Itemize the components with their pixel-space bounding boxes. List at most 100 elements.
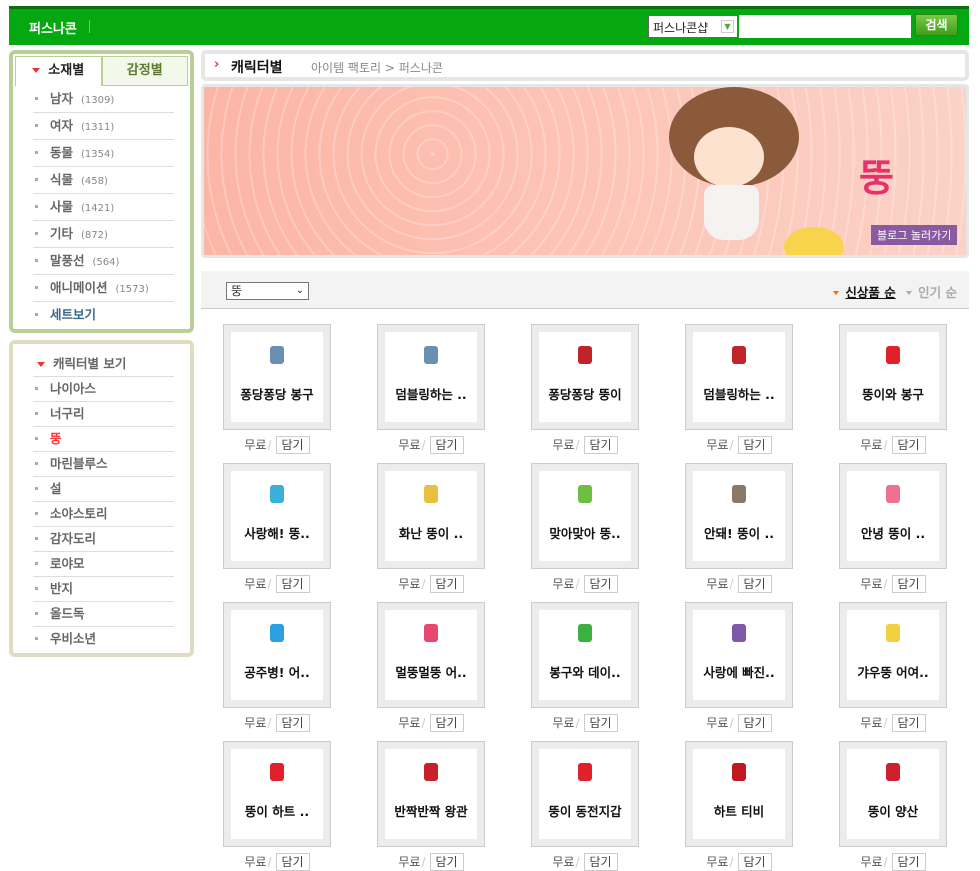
item-thumbnail[interactable]: 뚱이 하트 .. xyxy=(223,741,331,847)
add-to-cart-button[interactable]: 담기 xyxy=(429,575,464,593)
personacon-icon xyxy=(424,346,438,364)
category-item[interactable]: 남자 (1309) xyxy=(33,86,174,113)
item-name[interactable]: 멀뚱멀뚱 어.. xyxy=(385,662,477,681)
item-name[interactable]: 뚱이 동전지갑 xyxy=(539,801,631,820)
item-name[interactable]: 사랑해! 뚱.. xyxy=(231,523,323,542)
add-to-cart-button[interactable]: 담기 xyxy=(891,714,926,732)
item-name[interactable]: 뚱이 하트 .. xyxy=(231,801,323,820)
tab-material[interactable]: 소재별 xyxy=(15,56,102,86)
item-name[interactable]: 퐁당퐁당 봉구 xyxy=(231,384,323,403)
item-thumbnail[interactable]: 뚱이 양산 xyxy=(839,741,947,847)
item-thumbnail[interactable]: 사랑해! 뚱.. xyxy=(223,463,331,569)
category-item[interactable]: 사물 (1421) xyxy=(33,194,174,221)
brand-link[interactable]: 퍼스나콘 xyxy=(29,18,77,37)
set-view-link[interactable]: 세트보기 xyxy=(33,302,174,329)
category-item[interactable]: 식물 (458) xyxy=(33,167,174,194)
item-name[interactable]: 맞아맞아 뚱.. xyxy=(539,523,631,542)
item-thumbnail[interactable]: 덤블링하는 .. xyxy=(685,324,793,430)
category-item[interactable]: 여자 (1311) xyxy=(33,113,174,140)
add-to-cart-button[interactable]: 담기 xyxy=(583,714,618,732)
add-to-cart-button[interactable]: 담기 xyxy=(583,853,618,871)
item-name[interactable]: 덤블링하는 .. xyxy=(385,384,477,403)
add-to-cart-button[interactable]: 담기 xyxy=(275,436,310,454)
divider: / xyxy=(575,577,580,591)
add-to-cart-button[interactable]: 담기 xyxy=(737,853,772,871)
item-thumbnail[interactable]: 덤블링하는 .. xyxy=(377,324,485,430)
item-name[interactable]: 공주병! 어.. xyxy=(231,662,323,681)
blog-visit-button[interactable]: 블로그 놀러가기 xyxy=(871,225,958,245)
item-card: 덤블링하는 .. 무료/담기 xyxy=(377,324,485,454)
character-item[interactable]: 뚱 xyxy=(33,427,174,452)
personacon-icon xyxy=(270,485,284,503)
add-to-cart-button[interactable]: 담기 xyxy=(891,436,926,454)
add-to-cart-button[interactable]: 담기 xyxy=(737,575,772,593)
tab-emotion[interactable]: 감정별 xyxy=(101,56,188,86)
add-to-cart-button[interactable]: 담기 xyxy=(429,436,464,454)
item-name[interactable]: 하트 티비 xyxy=(693,801,785,820)
add-to-cart-button[interactable]: 담기 xyxy=(583,436,618,454)
add-to-cart-button[interactable]: 담기 xyxy=(275,853,310,871)
add-to-cart-button[interactable]: 담기 xyxy=(429,853,464,871)
add-to-cart-button[interactable]: 담기 xyxy=(583,575,618,593)
item-price: 무료 xyxy=(706,577,729,591)
search-scope-select[interactable]: 퍼스나콘샵 ▼ xyxy=(648,15,738,38)
character-item[interactable]: 우비소년 xyxy=(33,627,174,652)
character-item[interactable]: 설 xyxy=(33,477,174,502)
divider: / xyxy=(729,577,734,591)
add-to-cart-button[interactable]: 담기 xyxy=(737,436,772,454)
bullet-icon xyxy=(35,611,38,615)
item-thumbnail[interactable]: 반짝반짝 왕관 xyxy=(377,741,485,847)
item-thumbnail[interactable]: 뚱이 동전지갑 xyxy=(531,741,639,847)
item-name[interactable]: 안녕 뚱이 .. xyxy=(847,523,939,542)
item-thumbnail[interactable]: 뚱이와 봉구 xyxy=(839,324,947,430)
item-thumbnail[interactable]: 안돼! 뚱이 .. xyxy=(685,463,793,569)
item-name[interactable]: 퐁당퐁당 뚱이 xyxy=(539,384,631,403)
item-thumbnail[interactable]: 갸우뚱 어여.. xyxy=(839,602,947,708)
item-name[interactable]: 뚱이 양산 xyxy=(847,801,939,820)
search-input[interactable] xyxy=(739,15,911,38)
category-item[interactable]: 기타 (872) xyxy=(33,221,174,248)
item-thumbnail[interactable]: 멀뚱멀뚱 어.. xyxy=(377,602,485,708)
sort-popular-link[interactable]: 인기 순 xyxy=(918,285,957,300)
item-name[interactable]: 덤블링하는 .. xyxy=(693,384,785,403)
add-to-cart-button[interactable]: 담기 xyxy=(891,575,926,593)
character-item[interactable]: 마린블루스 xyxy=(33,452,174,477)
item-name[interactable]: 안돼! 뚱이 .. xyxy=(693,523,785,542)
item-name[interactable]: 봉구와 데이.. xyxy=(539,662,631,681)
item-name[interactable]: 사랑에 빠진.. xyxy=(693,662,785,681)
add-to-cart-button[interactable]: 담기 xyxy=(275,714,310,732)
item-thumbnail[interactable]: 사랑에 빠진.. xyxy=(685,602,793,708)
item-thumbnail[interactable]: 퐁당퐁당 뚱이 xyxy=(531,324,639,430)
category-item[interactable]: 애니메이션 (1573) xyxy=(33,275,174,302)
add-to-cart-button[interactable]: 담기 xyxy=(275,575,310,593)
character-item[interactable]: 로야모 xyxy=(33,552,174,577)
search-button[interactable]: 검색 xyxy=(915,14,958,36)
item-name[interactable]: 뚱이와 봉구 xyxy=(847,384,939,403)
item-name[interactable]: 갸우뚱 어여.. xyxy=(847,662,939,681)
bullet-icon xyxy=(35,96,38,100)
item-card: 안돼! 뚱이 .. 무료/담기 xyxy=(685,463,793,593)
item-name[interactable]: 반짝반짝 왕관 xyxy=(385,801,477,820)
character-item[interactable]: 감자도리 xyxy=(33,527,174,552)
add-to-cart-button[interactable]: 담기 xyxy=(429,714,464,732)
character-item[interactable]: 소야스토리 xyxy=(33,502,174,527)
add-to-cart-button[interactable]: 담기 xyxy=(891,853,926,871)
category-item[interactable]: 말풍선 (564) xyxy=(33,248,174,275)
item-thumbnail[interactable]: 맞아맞아 뚱.. xyxy=(531,463,639,569)
character-select[interactable]: 뚱 ⌄ xyxy=(226,282,309,300)
item-thumbnail[interactable]: 하트 티비 xyxy=(685,741,793,847)
add-to-cart-button[interactable]: 담기 xyxy=(737,714,772,732)
item-thumbnail[interactable]: 안녕 뚱이 .. xyxy=(839,463,947,569)
sort-newest-link[interactable]: 신상품 순 xyxy=(845,285,895,300)
item-name[interactable]: 화난 뚱이 .. xyxy=(385,523,477,542)
character-item[interactable]: 너구리 xyxy=(33,402,174,427)
character-item[interactable]: 나이아스 xyxy=(33,377,174,402)
item-thumbnail[interactable]: 공주병! 어.. xyxy=(223,602,331,708)
item-thumbnail[interactable]: 봉구와 데이.. xyxy=(531,602,639,708)
character-item[interactable]: 올드독 xyxy=(33,602,174,627)
character-item[interactable]: 반지 xyxy=(33,577,174,602)
category-item[interactable]: 동물 (1354) xyxy=(33,140,174,167)
item-thumbnail[interactable]: 퐁당퐁당 봉구 xyxy=(223,324,331,430)
item-card: 뚱이와 봉구 무료/담기 xyxy=(839,324,947,454)
item-thumbnail[interactable]: 화난 뚱이 .. xyxy=(377,463,485,569)
